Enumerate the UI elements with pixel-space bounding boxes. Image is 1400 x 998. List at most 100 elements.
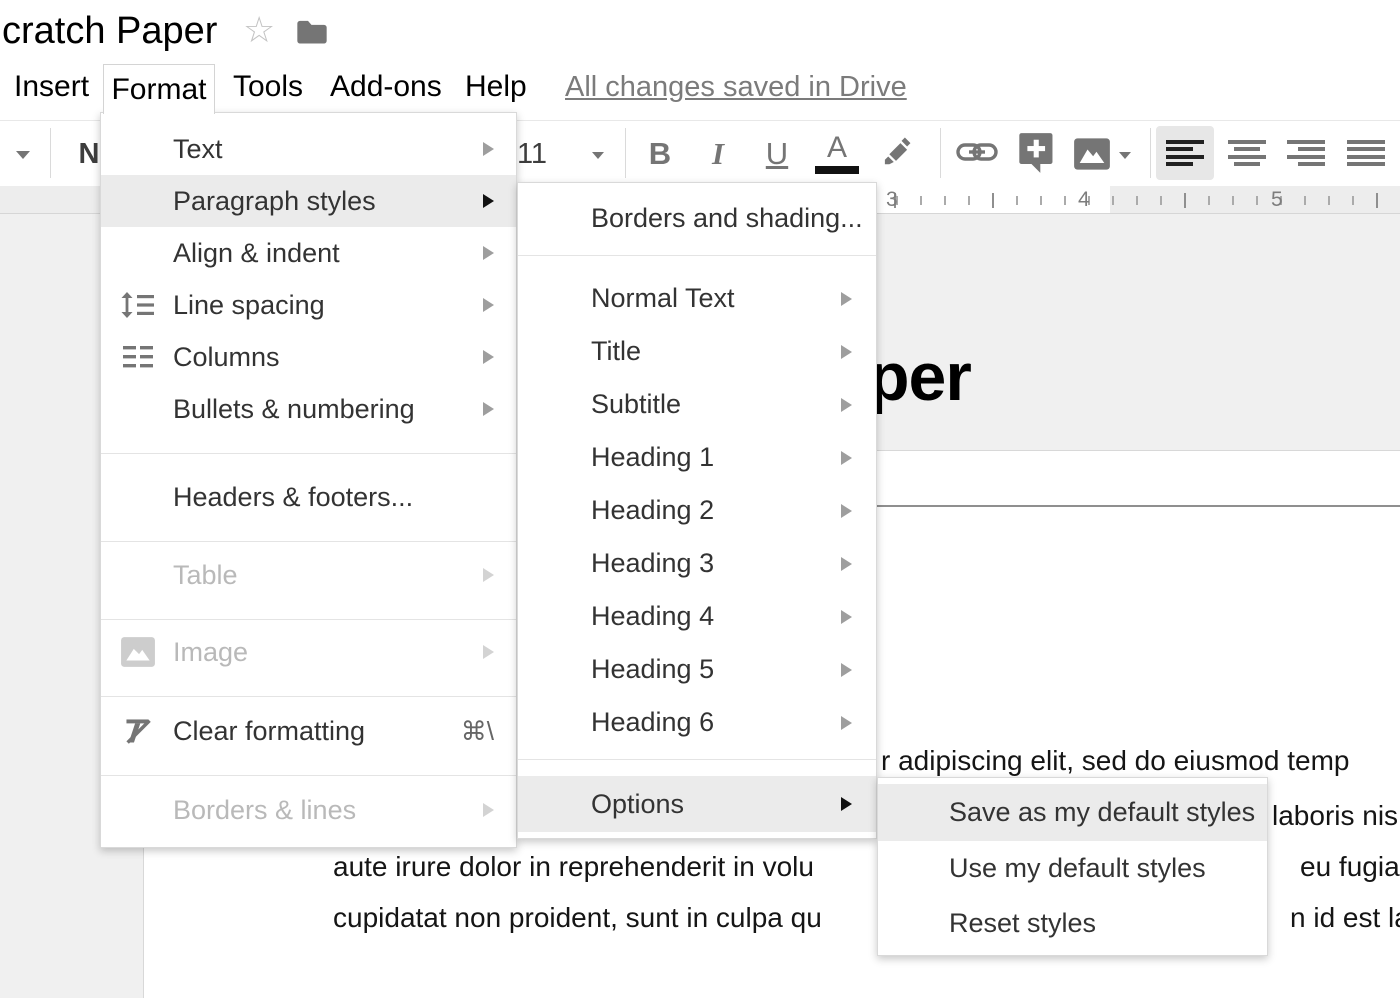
menu-item-heading-2[interactable]: Heading 2 — [518, 484, 876, 537]
menu-separator — [518, 255, 876, 256]
highlighter-icon — [876, 132, 916, 172]
link-icon — [955, 137, 999, 167]
text-color-swatch — [815, 166, 859, 174]
document-title[interactable]: cratch Paper — [2, 10, 217, 53]
menu-item-heading-1[interactable]: Heading 1 — [518, 431, 876, 484]
submenu-arrow-icon — [483, 803, 494, 817]
columns-icon — [120, 339, 156, 375]
menu-separator — [101, 619, 516, 620]
submenu-arrow-icon — [841, 557, 852, 571]
menu-addons[interactable]: Add-ons — [330, 70, 442, 104]
bold-button[interactable]: B — [640, 132, 680, 176]
toolbar-separator — [1150, 128, 1151, 178]
chevron-down-icon — [1119, 152, 1131, 159]
menu-separator — [101, 453, 516, 454]
submenu-arrow-icon — [841, 345, 852, 359]
menu-separator — [101, 775, 516, 776]
highlight-color-button[interactable] — [874, 130, 918, 174]
align-left-icon — [1166, 140, 1204, 167]
submenu-arrow-icon — [841, 398, 852, 412]
save-status-link[interactable]: All changes saved in Drive — [565, 71, 907, 104]
toolbar-separator — [50, 128, 51, 178]
menu-item-save-default-styles[interactable]: Save as my default styles — [878, 784, 1267, 841]
line-spacing-icon — [120, 287, 156, 323]
menu-item-headers-footers[interactable]: Headers & footers... — [101, 471, 516, 523]
menu-item-subtitle[interactable]: Subtitle — [518, 378, 876, 431]
menu-separator — [101, 541, 516, 542]
insert-link-button[interactable] — [954, 134, 1000, 170]
menu-item-borders-shading[interactable]: Borders and shading... — [518, 191, 876, 245]
insert-image-caret[interactable] — [1114, 144, 1136, 166]
submenu-arrow-icon — [841, 292, 852, 306]
body-text-line: aute irure dolor in reprehenderit in vol… — [333, 850, 814, 884]
menu-item-heading-3[interactable]: Heading 3 — [518, 537, 876, 590]
submenu-arrow-icon — [483, 350, 494, 364]
menu-item-paragraph-styles[interactable]: Paragraph styles — [101, 175, 516, 227]
google-docs-window: cratch Paper ☆ Insert Format Tools Add-o… — [0, 0, 1400, 998]
menu-tools[interactable]: Tools — [233, 70, 303, 104]
styles-dropdown[interactable]: N — [76, 134, 102, 174]
menu-item-title[interactable]: Title — [518, 325, 876, 378]
font-size-value[interactable]: 11 — [512, 134, 552, 174]
body-text-line: r adipiscing elit, sed do eiusmod temp — [881, 744, 1349, 778]
body-text-line: cupidatat non proident, sunt in culpa qu — [333, 901, 822, 935]
submenu-arrow-icon — [483, 142, 494, 156]
submenu-arrow-icon — [483, 246, 494, 260]
submenu-arrow-icon — [483, 194, 494, 208]
submenu-arrow-icon — [483, 298, 494, 312]
chevron-down-icon — [16, 151, 30, 159]
format-menu: Text Paragraph styles Align & indent — [100, 112, 517, 848]
ruler-mark: 3 — [886, 188, 898, 212]
menu-help[interactable]: Help — [465, 70, 527, 104]
menu-item-text[interactable]: Text — [101, 123, 516, 175]
paragraph-styles-menu: Borders and shading... Normal Text Title… — [517, 182, 877, 839]
toolbar-overflow-caret[interactable] — [8, 142, 38, 168]
menu-item-align-indent[interactable]: Align & indent — [101, 227, 516, 279]
insert-image-button[interactable] — [1072, 134, 1112, 174]
text-color-button[interactable]: A — [814, 128, 860, 168]
menu-item-borders-lines: Borders & lines — [101, 784, 516, 836]
align-justify-icon — [1347, 140, 1385, 167]
menu-item-normal-text[interactable]: Normal Text — [518, 272, 876, 325]
menu-item-options[interactable]: Options — [518, 776, 876, 832]
comment-plus-icon — [1018, 132, 1056, 174]
align-center-button[interactable] — [1218, 126, 1276, 180]
document-heading-fragment: per — [868, 338, 971, 416]
underline-button[interactable]: U — [757, 132, 797, 176]
menu-insert[interactable]: Insert — [14, 70, 89, 104]
font-size-caret[interactable] — [588, 142, 608, 168]
menu-item-bullets-numbering[interactable]: Bullets & numbering — [101, 383, 516, 435]
menu-item-heading-5[interactable]: Heading 5 — [518, 643, 876, 696]
menu-item-heading-4[interactable]: Heading 4 — [518, 590, 876, 643]
menu-item-use-default-styles[interactable]: Use my default styles — [878, 841, 1267, 896]
align-right-button[interactable] — [1277, 126, 1335, 180]
italic-button[interactable]: I — [700, 132, 736, 176]
clear-formatting-icon — [120, 713, 156, 749]
align-right-icon — [1287, 140, 1325, 167]
submenu-arrow-icon — [841, 451, 852, 465]
folder-icon[interactable] — [296, 18, 328, 50]
submenu-arrow-icon — [483, 568, 494, 582]
menu-separator — [518, 759, 876, 760]
shortcut-label: ⌘\ — [461, 716, 494, 747]
menu-item-clear-formatting[interactable]: Clear formatting ⌘\ — [101, 705, 516, 757]
body-text-line: eu fugiat — [1300, 850, 1400, 884]
submenu-arrow-icon — [841, 797, 852, 811]
menu-item-heading-6[interactable]: Heading 6 — [518, 696, 876, 749]
ruler-mark: 4 — [1078, 188, 1090, 212]
menu-format[interactable]: Format — [103, 64, 215, 114]
menu-separator — [101, 696, 516, 697]
submenu-arrow-icon — [841, 610, 852, 624]
align-justify-button[interactable] — [1337, 126, 1395, 180]
menu-item-line-spacing[interactable]: Line spacing — [101, 279, 516, 331]
menu-item-reset-styles[interactable]: Reset styles — [878, 896, 1267, 951]
menu-item-columns[interactable]: Columns — [101, 331, 516, 383]
star-icon[interactable]: ☆ — [243, 12, 275, 48]
options-menu: Save as my default styles Use my default… — [877, 777, 1268, 956]
menu-item-table: Table — [101, 549, 516, 601]
align-left-button[interactable] — [1156, 126, 1214, 180]
add-comment-button[interactable] — [1016, 132, 1058, 174]
submenu-arrow-icon — [841, 716, 852, 730]
submenu-arrow-icon — [483, 645, 494, 659]
body-text-line: n id est lab — [1290, 901, 1400, 935]
